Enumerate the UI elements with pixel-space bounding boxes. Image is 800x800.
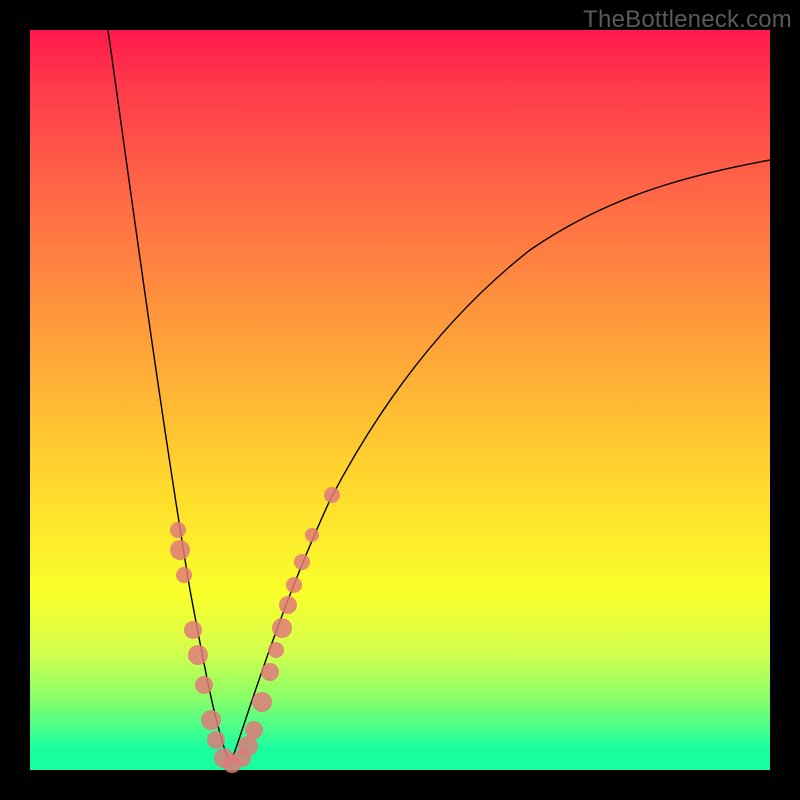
data-marker (176, 567, 192, 583)
data-marker (195, 676, 213, 694)
curve-svg (30, 30, 770, 770)
data-marker (170, 540, 190, 560)
data-marker (238, 736, 258, 756)
data-marker (188, 645, 208, 665)
data-marker (207, 731, 225, 749)
data-marker (305, 528, 319, 542)
data-marker (184, 621, 202, 639)
data-marker (170, 522, 186, 538)
data-marker (261, 663, 279, 681)
data-marker (252, 692, 272, 712)
data-marker (245, 721, 263, 739)
watermark-text: TheBottleneck.com (583, 6, 792, 34)
chart-plot-area (30, 30, 770, 770)
data-marker (272, 618, 292, 638)
marker-group (170, 487, 340, 773)
data-marker (286, 577, 302, 593)
data-marker (201, 710, 221, 730)
data-marker (324, 487, 340, 503)
data-marker (294, 554, 310, 570)
data-marker (268, 642, 284, 658)
data-marker (279, 596, 297, 614)
